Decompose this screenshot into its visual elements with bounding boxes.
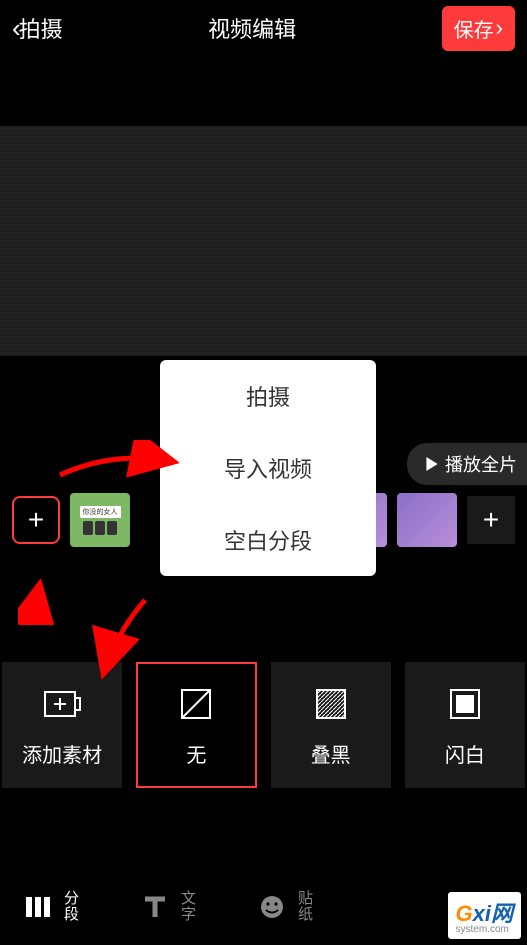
play-icon: [425, 457, 439, 471]
plus-icon: +: [28, 504, 44, 536]
nav-stickers[interactable]: 贴纸: [256, 891, 313, 924]
transition-label: 添加素材: [22, 739, 102, 768]
transition-flash-white[interactable]: 闪白: [405, 662, 525, 788]
back-button[interactable]: ‹ 拍摄: [12, 12, 63, 44]
transition-row: 添加素材 无 叠黑 闪白: [0, 644, 527, 806]
flash-white-icon: [444, 683, 486, 725]
add-material-icon: [41, 683, 83, 725]
sticker-icon: [256, 891, 288, 923]
clip-thumb[interactable]: 你没的女人: [70, 493, 130, 547]
text-icon: [139, 891, 171, 923]
transition-label: 无: [186, 739, 206, 768]
save-label: 保存: [454, 14, 494, 43]
play-full-button[interactable]: 播放全片: [407, 443, 527, 485]
add-clip-button[interactable]: +: [12, 496, 60, 544]
nav-segments[interactable]: 分段: [22, 891, 79, 924]
back-label: 拍摄: [19, 12, 63, 44]
fade-black-icon: [310, 683, 352, 725]
page-title: 视频编辑: [208, 12, 296, 44]
add-source-popup: 拍摄 导入视频 空白分段: [160, 360, 376, 576]
nav-text[interactable]: 文字: [139, 891, 196, 924]
clip-thumb[interactable]: [397, 493, 457, 547]
nav-label: 贴纸: [298, 891, 313, 924]
transition-fade-black[interactable]: 叠黑: [271, 662, 391, 788]
plus-icon: +: [483, 504, 499, 536]
popup-item-import[interactable]: 导入视频: [160, 432, 376, 504]
add-clip-right-button[interactable]: +: [467, 496, 515, 544]
segments-icon: [22, 891, 54, 923]
thumb-caption: 你没的女人: [80, 506, 121, 518]
popup-item-blank[interactable]: 空白分段: [160, 504, 376, 576]
preview-content: [0, 126, 527, 356]
nav-label: 文字: [181, 891, 196, 924]
thumb-graphic: [83, 521, 117, 535]
annotation-arrow: [18, 575, 68, 625]
play-full-label: 播放全片: [445, 451, 517, 477]
transition-none[interactable]: 无: [136, 662, 256, 788]
save-button[interactable]: 保存 ›: [442, 6, 515, 51]
none-icon: [175, 683, 217, 725]
transition-add-material[interactable]: 添加素材: [2, 662, 122, 788]
popup-item-shoot[interactable]: 拍摄: [160, 360, 376, 432]
nav-label: 分段: [64, 891, 79, 924]
transition-label: 叠黑: [311, 739, 351, 768]
chevron-right-icon: ›: [496, 15, 503, 41]
watermark: GGxi网xi网 system.com: [448, 892, 521, 939]
header: ‹ 拍摄 视频编辑 保存 ›: [0, 0, 527, 56]
transition-label: 闪白: [445, 739, 485, 768]
